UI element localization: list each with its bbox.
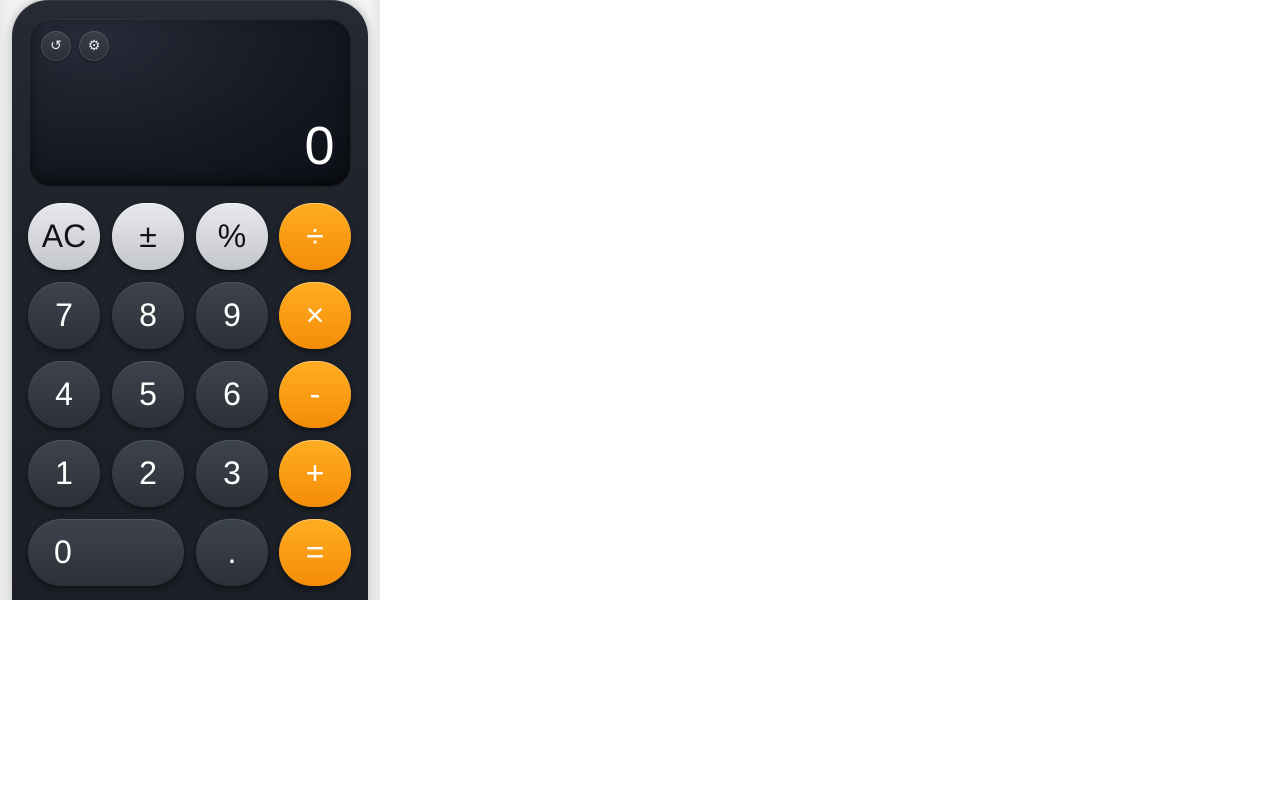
digit-3-button[interactable]: 3	[196, 440, 268, 507]
app-viewport: ↺ ⚙ 0 AC ± % ÷ 7 8 9 × 4 5 6 - 1 2 3 + 0…	[0, 0, 380, 600]
history-icon[interactable]: ↺	[41, 31, 71, 61]
percent-button[interactable]: %	[196, 203, 268, 270]
multiply-button[interactable]: ×	[279, 282, 351, 349]
digit-7-button[interactable]: 7	[28, 282, 100, 349]
digit-5-button[interactable]: 5	[112, 361, 184, 428]
equals-button[interactable]: =	[279, 519, 351, 586]
toggle-sign-button[interactable]: ±	[112, 203, 184, 270]
digit-0-button[interactable]: 0	[28, 519, 184, 586]
digit-8-button[interactable]: 8	[112, 282, 184, 349]
add-button[interactable]: +	[279, 440, 351, 507]
digit-2-button[interactable]: 2	[112, 440, 184, 507]
settings-icon[interactable]: ⚙	[79, 31, 109, 61]
digit-9-button[interactable]: 9	[196, 282, 268, 349]
digit-4-button[interactable]: 4	[28, 361, 100, 428]
decimal-button[interactable]: .	[196, 519, 268, 586]
subtract-button[interactable]: -	[279, 361, 351, 428]
display-value: 0	[304, 116, 335, 176]
clear-button[interactable]: AC	[28, 203, 100, 270]
divide-button[interactable]: ÷	[279, 203, 351, 270]
digit-6-button[interactable]: 6	[196, 361, 268, 428]
display-panel: ↺ ⚙ 0	[29, 19, 351, 187]
calculator-body: ↺ ⚙ 0 AC ± % ÷ 7 8 9 × 4 5 6 - 1 2 3 + 0…	[12, 0, 368, 600]
digit-1-button[interactable]: 1	[28, 440, 100, 507]
